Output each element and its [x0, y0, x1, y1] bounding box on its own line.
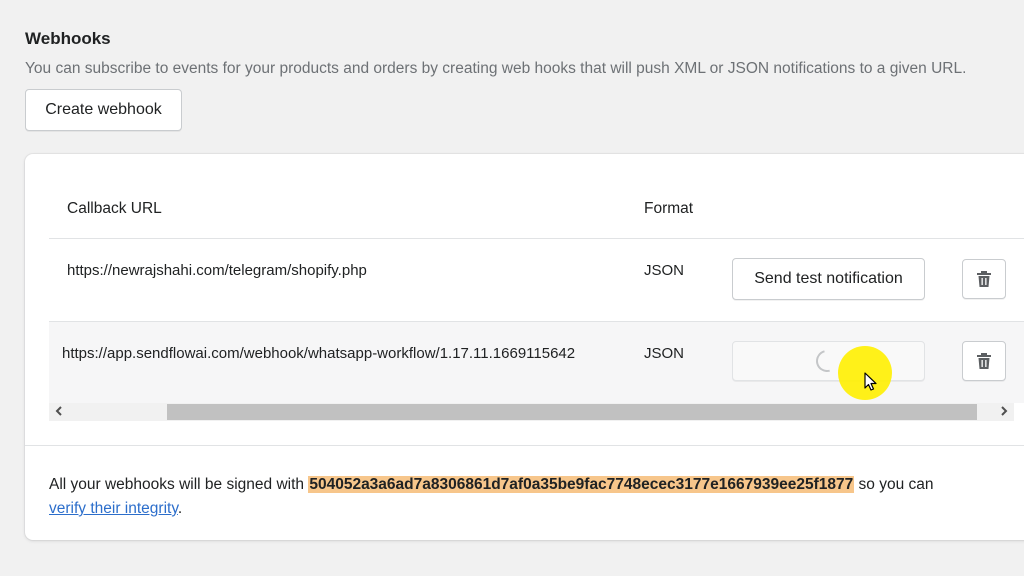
delete-webhook-button[interactable]	[962, 259, 1006, 299]
create-webhook-button[interactable]: Create webhook	[25, 89, 182, 131]
footer-period: .	[177, 500, 183, 517]
section-title: Webhooks	[25, 29, 111, 48]
callback-url-cell: https://newrajshahi.com/telegram/shopify…	[67, 262, 367, 279]
footer-divider	[25, 445, 1024, 446]
signature-note: All your webhooks will be signed with 50…	[49, 473, 1009, 521]
signature-hash: 504052a3a6ad7a8306861d7af0a35be9fac7748e…	[308, 476, 855, 493]
mouse-cursor-icon	[864, 372, 877, 391]
scroll-left-arrow[interactable]	[51, 403, 67, 421]
scrollbar-thumb[interactable]	[167, 404, 977, 420]
trash-icon	[977, 271, 991, 287]
horizontal-scrollbar[interactable]	[49, 403, 1014, 421]
chevron-left-icon	[55, 406, 62, 416]
send-test-notification-button[interactable]: Send test notification	[732, 258, 925, 300]
header-divider	[49, 238, 1024, 239]
chevron-right-icon	[1001, 406, 1008, 416]
verify-integrity-link[interactable]: verify their integrity	[49, 500, 178, 517]
trash-icon	[977, 353, 991, 369]
scroll-right-arrow[interactable]	[996, 403, 1012, 421]
format-cell: JSON	[644, 262, 685, 279]
format-cell: JSON	[644, 345, 685, 362]
signature-prefix: All your webhooks will be signed with	[49, 476, 305, 493]
delete-webhook-button[interactable]	[962, 341, 1006, 381]
column-header-callback-url: Callback URL	[67, 200, 162, 217]
send-test-notification-button-loading[interactable]	[732, 341, 925, 381]
callback-url-cell: https://app.sendflowai.com/webhook/whats…	[62, 345, 576, 362]
section-description: You can subscribe to events for your pro…	[25, 60, 967, 77]
column-header-format: Format	[644, 200, 694, 217]
signature-suffix: so you can	[858, 476, 934, 493]
